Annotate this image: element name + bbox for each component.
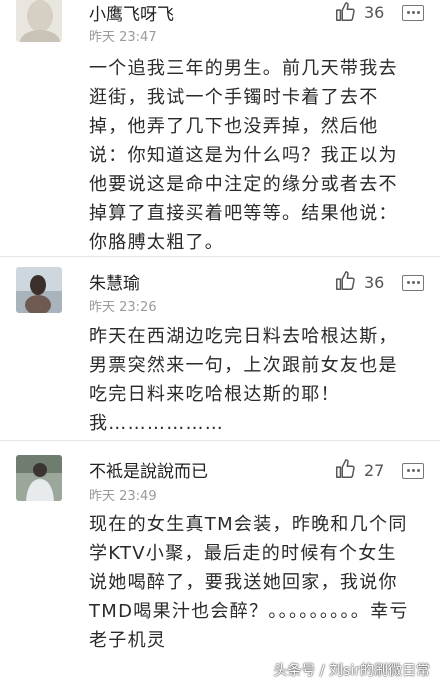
avatar[interactable] xyxy=(16,455,62,501)
more-button[interactable] xyxy=(402,275,424,291)
watermark: 头条号 / 刘sir的刷微日常 xyxy=(273,663,430,679)
comment-item: 朱慧瑜 昨天 23:26 36 昨天在西湖边吃完日料去哈根达斯，男票突然来一句，… xyxy=(0,257,440,440)
avatar[interactable] xyxy=(16,0,62,42)
avatar[interactable] xyxy=(16,267,62,313)
comment-author[interactable]: 不袛是說說而已 xyxy=(89,457,208,482)
thumbs-up-icon[interactable] xyxy=(334,270,356,292)
like-count: 36 xyxy=(364,3,385,22)
comment-author[interactable]: 小鹰飞呀飞 xyxy=(89,0,174,25)
like-count: 27 xyxy=(364,461,385,480)
comment-item: 不袛是說說而已 昨天 23:49 27 现在的女生真TM会装，昨晚和几个同学KT… xyxy=(0,441,440,686)
thumbs-up-icon[interactable] xyxy=(334,1,356,23)
comment-item: 小鹰飞呀飞 昨天 23:47 36 一个追我三年的男生。前几天带我去逛街，我试一… xyxy=(0,0,440,256)
comment-text: 昨天在西湖边吃完日料去哈根达斯，男票突然来一句，上次跟前女友也是吃完日料来吃哈根… xyxy=(89,326,398,434)
comment-text: 一个追我三年的男生。前几天带我去逛街，我试一个手镯时卡着了去不掉，他弄了几下也没… xyxy=(89,58,398,253)
comment-time: 昨天 23:26 xyxy=(89,300,157,315)
comment-author[interactable]: 朱慧瑜 xyxy=(89,269,140,294)
comment-time: 昨天 23:49 xyxy=(89,489,157,504)
more-button[interactable] xyxy=(402,463,424,479)
comment-time: 昨天 23:47 xyxy=(89,30,157,45)
thumbs-up-icon[interactable] xyxy=(334,458,356,480)
comment-text: 现在的女生真TM会装，昨晚和几个同学KTV小聚，最后走的时候有个女生说她喝醉了，… xyxy=(89,514,409,651)
like-count: 36 xyxy=(364,273,385,292)
more-button[interactable] xyxy=(402,5,424,21)
